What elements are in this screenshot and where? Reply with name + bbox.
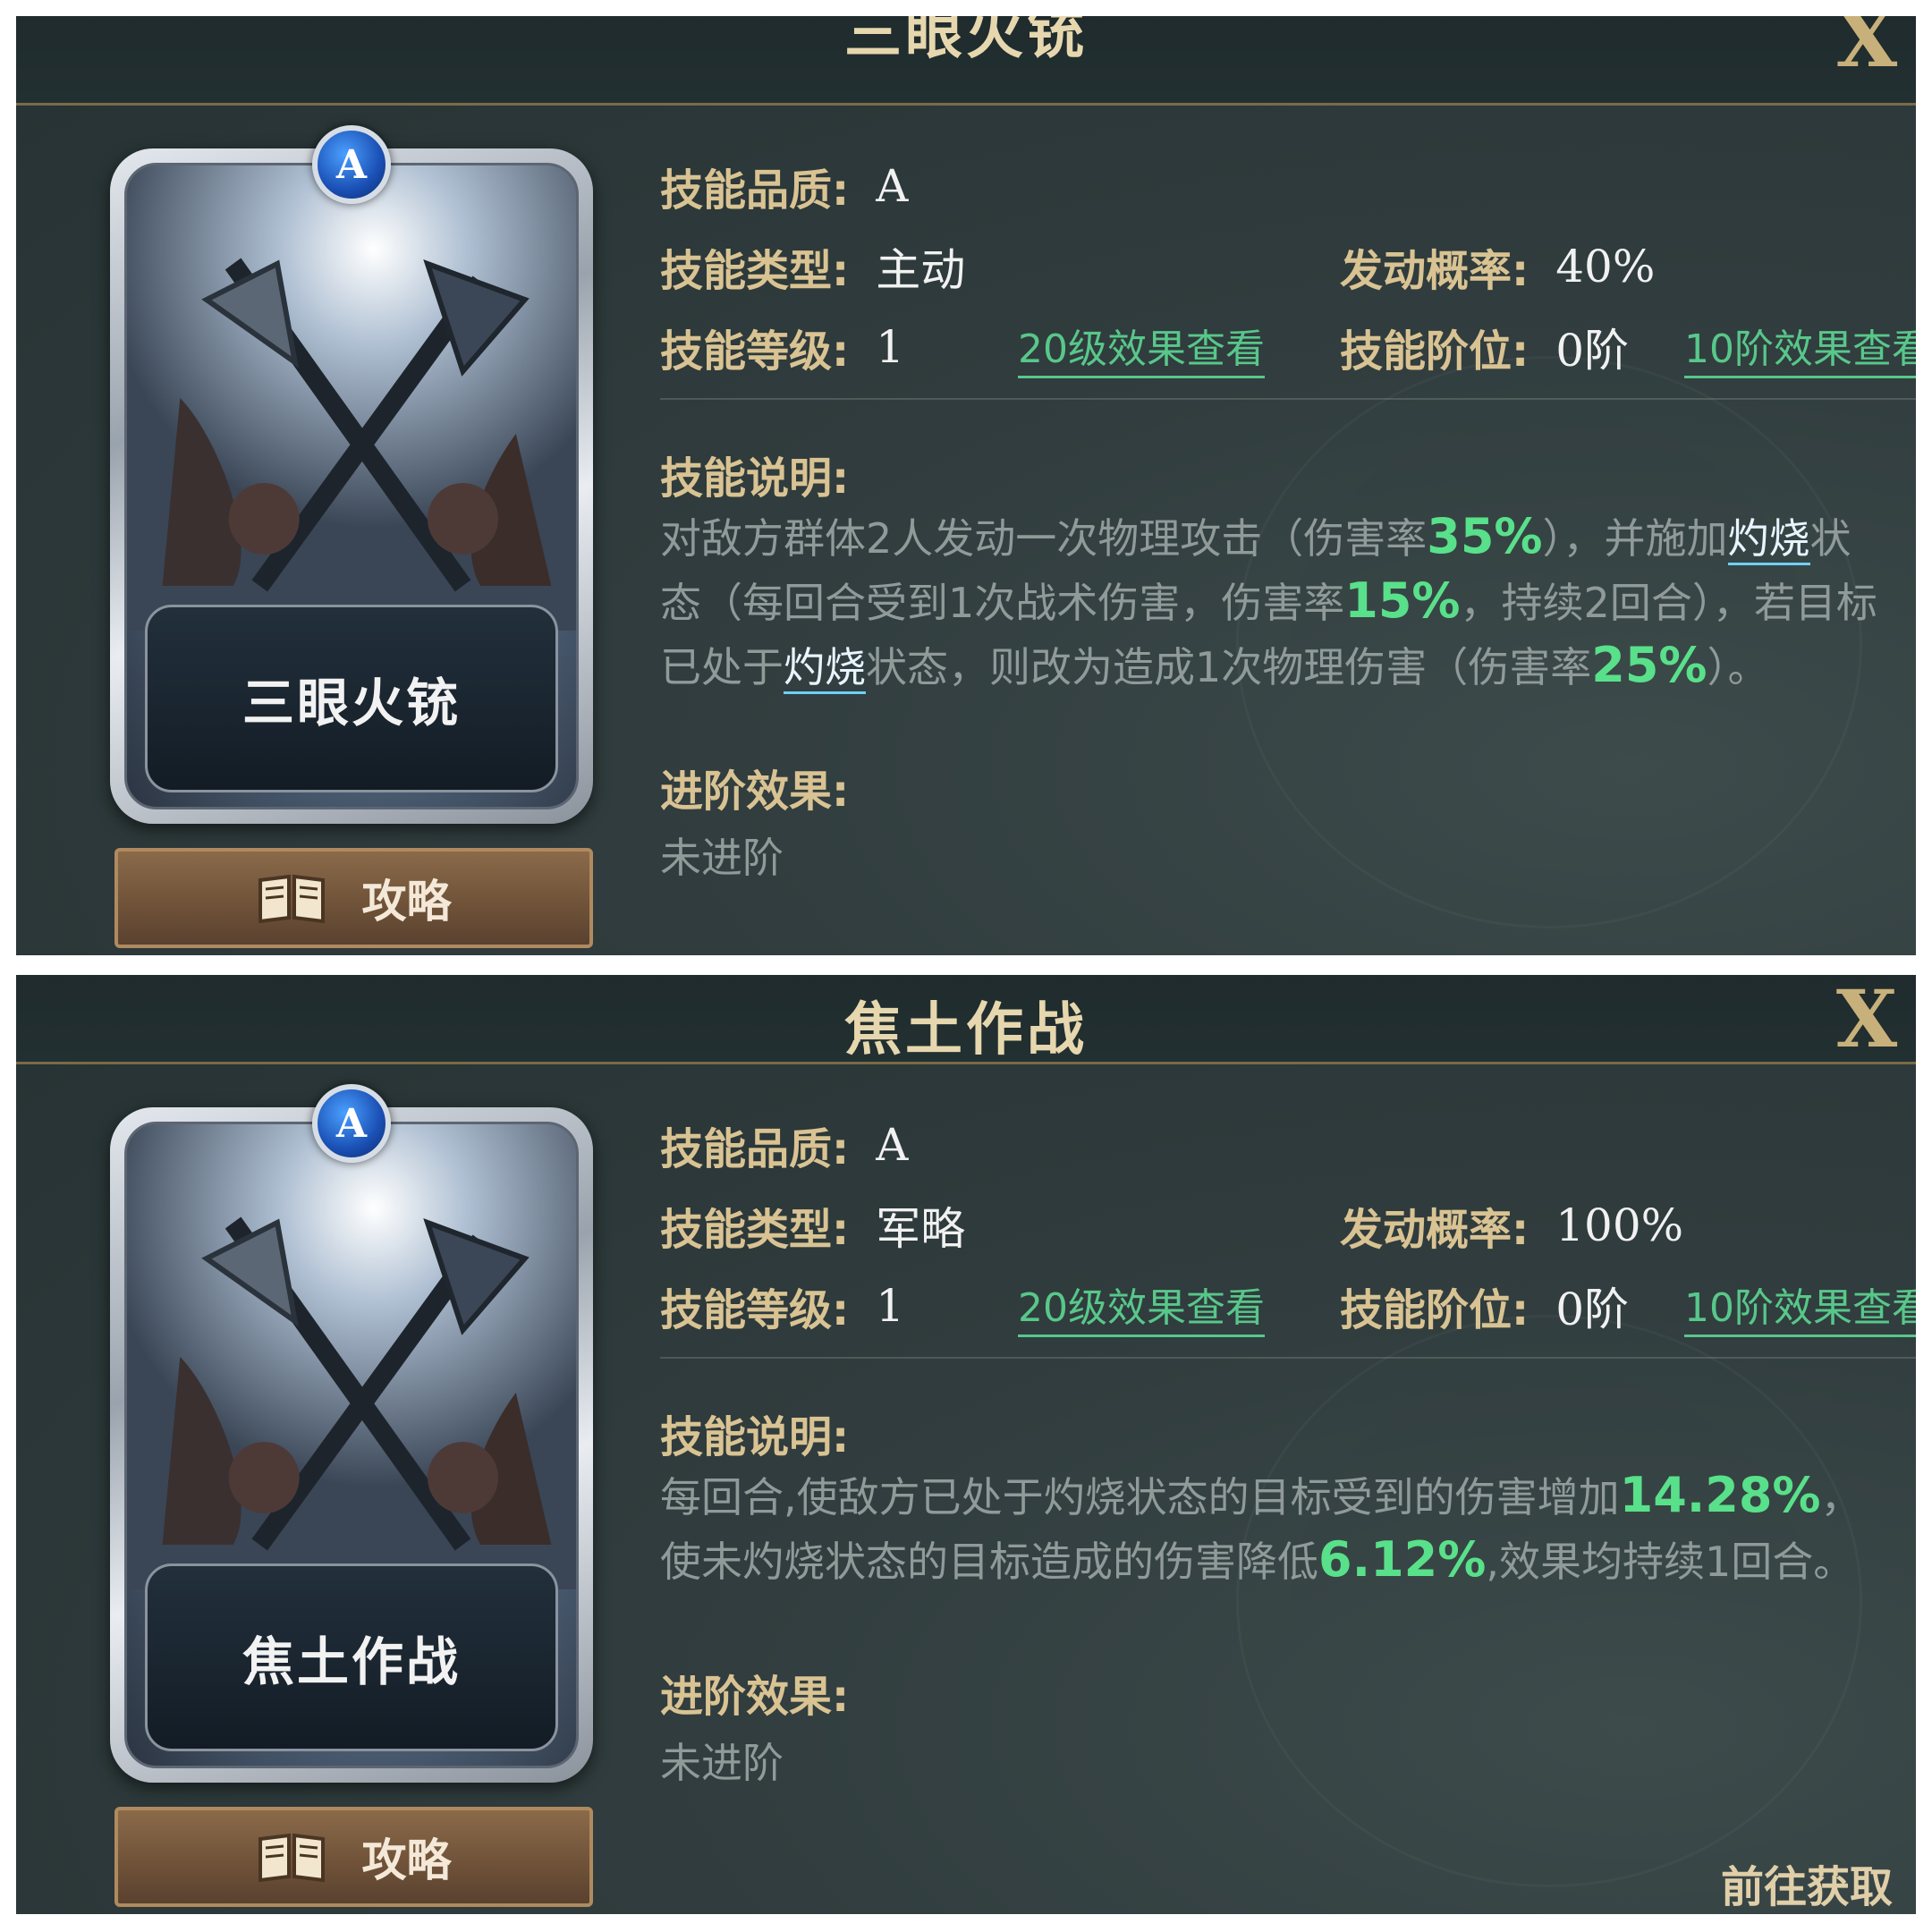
desc-text: 每回合,使敌方已处于灼烧状态的目标受到的伤害增加 xyxy=(660,1473,1620,1521)
desc-label-row: 技能说明: xyxy=(660,1402,849,1464)
type-row: 技能类型: 主动 xyxy=(660,235,965,298)
advance-value: 未进阶 xyxy=(660,834,784,882)
desc-value: 14.28% xyxy=(1619,1467,1821,1523)
desc-text: ），并施加 xyxy=(1542,514,1728,563)
skill-card: ☪ 三眼火铳 A xyxy=(110,125,593,824)
level-label: 技能等级: xyxy=(660,326,850,377)
rank-link-row: 10阶效果查看 xyxy=(1684,1275,1916,1337)
rate-row: 发动概率: 100% xyxy=(1340,1194,1683,1257)
level-label: 技能等级: xyxy=(660,1285,850,1335)
divider xyxy=(660,1357,1916,1359)
quality-row: 技能品质: A xyxy=(660,155,908,217)
type-value: 主动 xyxy=(876,244,966,296)
desc-label: 技能说明: xyxy=(660,1412,850,1462)
rank-value: 0阶 xyxy=(1555,325,1630,377)
book-icon xyxy=(258,1833,325,1882)
card-name-plate: 焦土作战 xyxy=(145,1563,558,1751)
rank-value: 0阶 xyxy=(1555,1284,1630,1335)
skill-description: 对敌方群体2人发动一次物理攻击（伤害率35%），并施加灼烧状态（每回合受到1次战… xyxy=(660,505,1885,699)
level-effect-link[interactable]: 20级效果查看 xyxy=(1018,1275,1265,1337)
level-value: 1 xyxy=(876,321,905,373)
advance-label: 进阶效果: xyxy=(660,767,850,817)
skill-art-crossed-axes xyxy=(127,165,576,631)
type-value: 军略 xyxy=(876,1203,966,1255)
skill-art-crossed-axes xyxy=(127,1124,576,1589)
advance-label: 进阶效果: xyxy=(660,1672,850,1722)
level-link-row: 20级效果查看 xyxy=(1018,1275,1265,1337)
background-ornament xyxy=(1236,1315,1862,1887)
rate-value: 100% xyxy=(1555,1199,1684,1251)
panel-title: 焦土作战 xyxy=(844,996,1088,1063)
card-name: 焦土作战 xyxy=(242,1631,461,1692)
rank-effect-link[interactable]: 10阶效果查看 xyxy=(1684,1275,1916,1337)
advance-value: 未进阶 xyxy=(660,1739,784,1787)
card-name: 三眼火铳 xyxy=(242,673,461,733)
grade-badge: A xyxy=(312,125,391,204)
type-label: 技能类型: xyxy=(660,246,850,296)
rank-row: 技能阶位: 0阶 xyxy=(1340,1275,1629,1337)
desc-value: 15% xyxy=(1344,572,1461,629)
desc-label-row: 技能说明: xyxy=(660,443,849,505)
quality-label: 技能品质: xyxy=(660,1124,850,1174)
rank-label: 技能阶位: xyxy=(1340,1285,1530,1335)
title-bar: 焦土作战 X xyxy=(16,975,1916,1064)
skill-panel-sanyan-huochong: 三眼火铳 X 三眼火铳 A 攻略 技能品质: A 技能类型: 主动 发动概率: … xyxy=(16,16,1916,955)
desc-value: 35% xyxy=(1427,508,1543,564)
guide-button[interactable]: 攻略 xyxy=(114,848,593,948)
rank-effect-link[interactable]: 10阶效果查看 xyxy=(1684,317,1916,378)
desc-text: 对敌方群体2人发动一次物理攻击（伤害率 xyxy=(660,514,1428,563)
desc-label: 技能说明: xyxy=(660,453,850,504)
skill-card: ✧ 焦土作战 A xyxy=(110,1084,593,1783)
rank-link-row: 10阶效果查看 xyxy=(1684,316,1916,378)
quality-value: A xyxy=(876,1119,909,1171)
level-effect-link[interactable]: 20级效果查看 xyxy=(1018,317,1265,378)
close-icon[interactable]: X xyxy=(1826,16,1907,79)
burn-keyword-link[interactable]: 灼烧 xyxy=(784,643,866,694)
rate-label: 发动概率: xyxy=(1340,1205,1530,1255)
desc-text: 状态，则改为造成1次物理伤害（伤害率 xyxy=(866,643,1592,691)
type-row: 技能类型: 军略 xyxy=(660,1194,965,1257)
panel-title: 三眼火铳 xyxy=(844,16,1088,67)
skill-card-frame: ☪ 三眼火铳 xyxy=(124,163,579,809)
desc-value: 25% xyxy=(1591,637,1707,693)
go-obtain-button[interactable]: 前往获取 xyxy=(1721,1852,1893,1914)
rank-row: 技能阶位: 0阶 xyxy=(1340,316,1629,378)
rate-value: 40% xyxy=(1555,241,1656,292)
close-icon[interactable]: X xyxy=(1826,979,1907,1059)
desc-text: ,效果均持续1回合。 xyxy=(1486,1538,1855,1586)
guide-label: 攻略 xyxy=(361,876,452,928)
level-link-row: 20级效果查看 xyxy=(1018,316,1265,378)
quality-row: 技能品质: A xyxy=(660,1114,908,1176)
rank-label: 技能阶位: xyxy=(1340,326,1530,377)
divider xyxy=(660,398,1916,400)
rate-label: 发动概率: xyxy=(1340,246,1530,296)
type-label: 技能类型: xyxy=(660,1205,850,1255)
desc-value: 6.12% xyxy=(1318,1531,1487,1588)
guide-button[interactable]: 攻略 xyxy=(114,1807,593,1907)
quality-label: 技能品质: xyxy=(660,165,850,216)
level-row: 技能等级: 1 xyxy=(660,316,904,378)
book-icon xyxy=(258,874,325,923)
desc-text: ）。 xyxy=(1707,643,1769,691)
level-row: 技能等级: 1 xyxy=(660,1275,904,1337)
rate-row: 发动概率: 40% xyxy=(1340,235,1655,298)
burn-keyword-link[interactable]: 灼烧 xyxy=(1727,514,1810,565)
guide-label: 攻略 xyxy=(361,1835,452,1886)
title-bar: 三眼火铳 X xyxy=(16,16,1916,106)
grade-badge: A xyxy=(312,1084,391,1163)
quality-value: A xyxy=(876,160,909,212)
level-value: 1 xyxy=(876,1280,905,1332)
skill-card-frame: ✧ 焦土作战 xyxy=(124,1122,579,1768)
card-name-plate: 三眼火铳 xyxy=(145,605,558,792)
skill-panel-jiaotu-zuozhan: 焦土作战 X 焦土作战 A 攻略 技能品质: A 技能类型: 军略 发动概率: … xyxy=(16,975,1916,1914)
skill-description: 每回合,使敌方已处于灼烧状态的目标受到的伤害增加14.28%，使未灼烧状态的目标… xyxy=(660,1464,1885,1593)
advance-label-row: 进阶效果: xyxy=(660,1661,849,1724)
advance-label-row: 进阶效果: xyxy=(660,756,849,818)
